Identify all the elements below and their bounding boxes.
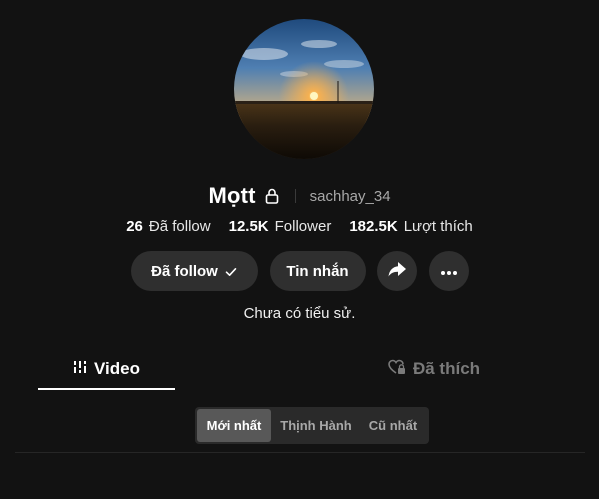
active-tab-indicator [38,388,175,390]
avatar[interactable] [234,19,374,159]
stat-following-label: Đã follow [148,217,211,235]
name-divider [294,189,296,203]
video-grid-icon [73,359,87,379]
sort-oldest[interactable]: Cũ nhất [361,409,425,442]
name-row: Mọtt sachhay_34 [0,180,599,212]
message-button-label: Tin nhắn [286,262,349,280]
tab-video[interactable]: Video [38,350,175,388]
following-button[interactable]: Đã follow [130,251,258,291]
share-button[interactable] [376,251,417,291]
stat-followers-count: 12.5K [228,217,269,235]
message-button[interactable]: Tin nhắn [269,251,366,291]
more-icon [440,263,458,280]
bio-text: Chưa có tiểu sử. [243,305,356,322]
content-divider [15,452,585,453]
sort-newest[interactable]: Mới nhất [197,409,271,442]
action-buttons: Đã follow Tin nhắn [0,251,599,291]
sort-trending[interactable]: Thịnh Hành [271,409,361,442]
lock-icon [265,188,279,204]
more-options-button[interactable] [428,251,469,291]
tab-video-label: Video [94,359,140,378]
profile-page: Mọtt sachhay_34 26 Đã follow 12.5K Follo… [0,0,599,499]
tab-liked[interactable]: Đã thích [344,350,524,388]
tab-liked-label: Đã thích [412,359,481,378]
stat-likes: 182.5K Lượt thích [349,218,472,235]
stats-row: 26 Đã follow 12.5K Follower 182.5K Lượt … [0,215,599,237]
stat-followers-label: Follower [274,217,332,235]
share-icon [387,259,407,283]
stat-following-count: 26 [126,217,143,235]
check-icon [225,265,237,277]
following-button-label: Đã follow [151,262,218,280]
profile-tabs: Video Đã thích [38,350,583,390]
heart-lock-icon [388,359,406,380]
stat-followers[interactable]: 12.5K Follower [229,218,332,235]
stat-likes-label: Lượt thích [403,217,473,235]
sort-toggle: Mới nhất Thịnh Hành Cũ nhất [195,407,429,444]
stat-likes-count: 182.5K [349,217,398,235]
avatar-sunset-image [234,19,374,159]
display-name: Mọtt [208,183,256,208]
stat-following[interactable]: 26 Đã follow [126,218,210,235]
username: sachhay_34 [309,187,391,205]
